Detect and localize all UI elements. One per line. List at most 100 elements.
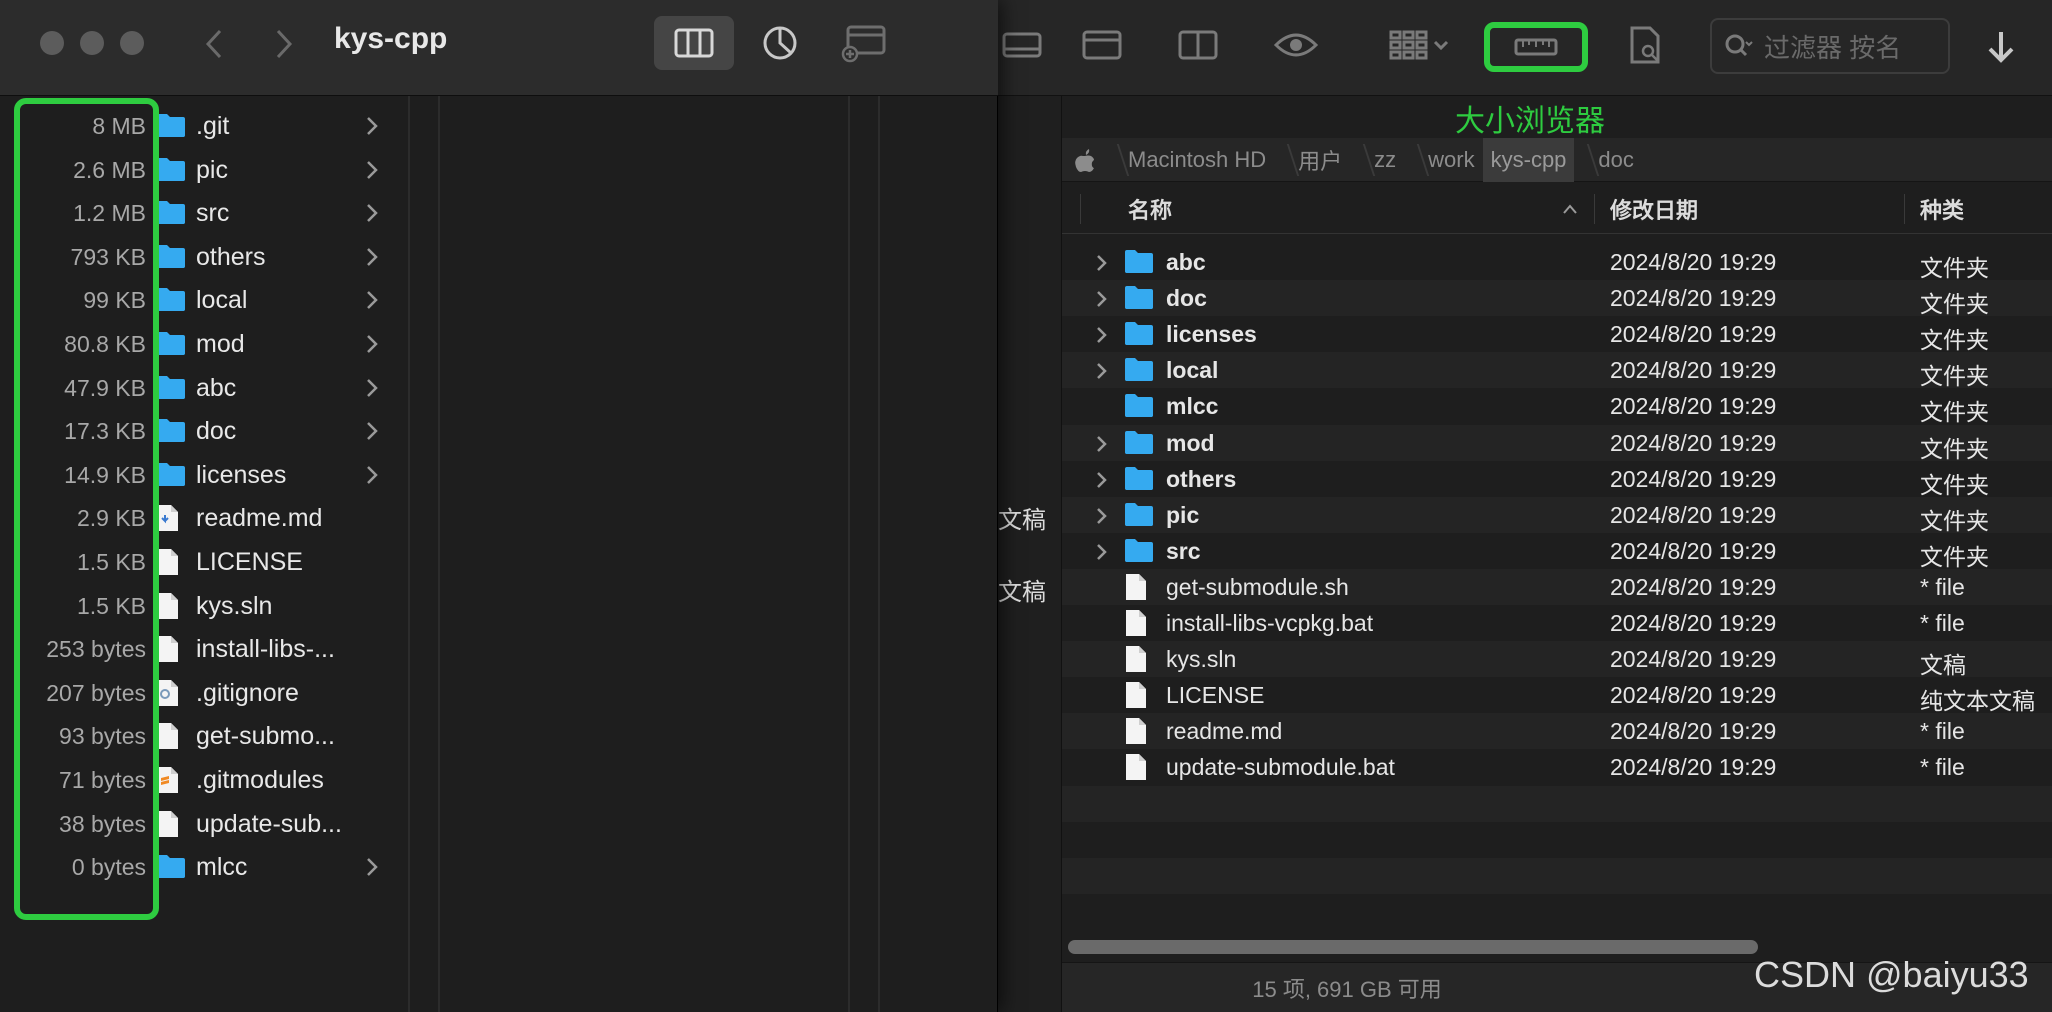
empty-list-row (1062, 822, 2052, 858)
folder-icon (1124, 356, 1154, 384)
list-row[interactable]: others 2024/8/20 19:29 文件夹 (1062, 461, 2052, 498)
row-kind: 文件夹 (1920, 471, 1989, 498)
disclosure-triangle-icon[interactable] (1092, 469, 1112, 489)
columns-view-button[interactable] (654, 16, 734, 70)
row-name: update-submodule.bat (1166, 754, 1395, 781)
item-name: .gitignore (196, 678, 299, 707)
breadcrumb-item[interactable]: zz (1350, 138, 1404, 182)
sort-ascending-icon[interactable] (1562, 184, 1578, 234)
list-row[interactable]: install-libs-vcpkg.bat 2024/8/20 19:29 * f… (1062, 605, 2052, 641)
new-window-button[interactable] (834, 16, 894, 70)
breadcrumb-item[interactable]: work (1404, 138, 1482, 182)
minimize-window-button[interactable] (80, 31, 104, 55)
item-name: update-sub... (196, 809, 342, 838)
path-bar: Macintosh HD 用户 zz work kys-cpp doc (1062, 137, 2052, 182)
sidebar-item-documents[interactable]: 文稿 (998, 500, 1046, 535)
folder-icon (156, 243, 186, 271)
item-name: install-libs-... (196, 635, 335, 664)
list-row[interactable]: get-submodule.sh 2024/8/20 19:29 * file (1062, 568, 2052, 605)
file-icon (1124, 573, 1154, 601)
forward-chevron-icon[interactable] (264, 24, 304, 64)
chevron-right-icon (364, 463, 380, 487)
file-icon (156, 635, 186, 663)
row-kind: 文件夹 (1920, 327, 1989, 354)
download-arrow-icon[interactable] (1975, 22, 2027, 72)
disclosure-triangle-icon[interactable] (1092, 324, 1112, 344)
chevron-right-icon (364, 158, 380, 182)
disclosure-triangle-icon[interactable] (1092, 433, 1112, 453)
file-icon (1124, 645, 1154, 673)
row-name: src (1166, 537, 1201, 564)
folder-icon (156, 330, 186, 358)
document-search-icon[interactable] (1622, 20, 1668, 70)
row-kind: 文件夹 (1920, 543, 1989, 570)
gallery-view-icon[interactable] (1080, 20, 1124, 70)
list-row[interactable]: mlcc 2024/8/20 19:29 文件夹 (1062, 388, 2052, 425)
sidebar-item-documents-2[interactable]: 文稿 (998, 572, 1046, 607)
chevron-right-icon (364, 288, 380, 312)
list-row[interactable]: LICENSE 2024/8/20 19:29 纯文本文稿 (1062, 677, 2052, 715)
item-name: readme.md (196, 504, 323, 533)
list-row[interactable]: update-submodule.bat 2024/8/20 19:29 * fil… (1062, 749, 2052, 785)
column-header-kind[interactable]: 种类 (1920, 184, 1964, 234)
breadcrumb-item-current[interactable]: kys-cpp (1482, 137, 1575, 182)
back-chevron-icon[interactable] (194, 24, 234, 64)
list-row[interactable]: doc 2024/8/20 19:29 文件夹 (1062, 280, 2052, 317)
file-icon (156, 592, 186, 620)
pie-chart-view-button[interactable] (748, 16, 812, 70)
filter-placeholder: 过滤器 按名 (1764, 32, 1902, 63)
list-row[interactable]: abc 2024/8/20 19:29 文件夹 (1062, 244, 2052, 281)
zoom-window-button[interactable] (120, 31, 144, 55)
list-row[interactable]: licenses 2024/8/20 19:29 文件夹 (1062, 316, 2052, 354)
disclosure-triangle-icon[interactable] (1092, 252, 1112, 272)
row-name: get-submodule.sh (1166, 573, 1349, 600)
breadcrumb-item[interactable]: 用户 (1274, 138, 1350, 182)
filter-search-field[interactable]: 过滤器 按名 (1710, 18, 1950, 74)
eye-icon[interactable] (1270, 20, 1322, 70)
row-kind: 文件夹 (1920, 255, 1989, 281)
folder-icon (156, 853, 186, 881)
finder-column-window: kys-cpp 8 MB .git 2.6 MB pic 1.2 MB src 793 KB… (0, 0, 998, 1012)
list-row[interactable]: kys.sln 2024/8/20 19:29 文稿 (1062, 641, 2052, 678)
breadcrumb-item[interactable]: Macintosh HD (1104, 138, 1274, 182)
folder-icon (1124, 284, 1154, 312)
breadcrumb-item[interactable]: doc (1574, 138, 1641, 182)
column-header-date[interactable]: 修改日期 (1610, 184, 1698, 234)
disclosure-triangle-icon[interactable] (1092, 541, 1112, 561)
row-date: 2024/8/20 19:29 (1610, 718, 1777, 745)
item-name: licenses (196, 460, 287, 489)
group-by-icon[interactable] (1388, 20, 1452, 70)
chevron-right-icon (364, 855, 380, 879)
close-window-button[interactable] (40, 31, 64, 55)
search-icon (1725, 34, 1753, 57)
row-kind: 文件夹 (1920, 435, 1989, 462)
icon-view-icon[interactable] (1000, 20, 1044, 70)
folder-icon (156, 199, 186, 227)
list-row[interactable]: pic 2024/8/20 19:29 文件夹 (1062, 496, 2052, 534)
screen: 过滤器 按名 大小浏览器 文稿 文稿 Macintosh HD 用户 zz wo… (0, 0, 2052, 1012)
row-name: install-libs-vcpkg.bat (1166, 610, 1374, 636)
ruler-icon (1514, 38, 1558, 56)
row-name: pic (1166, 501, 1200, 528)
folder-icon (1124, 248, 1154, 276)
disclosure-triangle-icon[interactable] (1092, 288, 1112, 308)
disclosure-triangle-icon[interactable] (1092, 505, 1112, 525)
scrollbar-thumb[interactable] (1068, 940, 1758, 954)
folder-icon (1124, 392, 1154, 420)
empty-list-row (1062, 894, 2052, 930)
list-row[interactable]: src 2024/8/20 19:29 文件夹 (1062, 533, 2052, 570)
file-icon (1124, 681, 1154, 709)
row-kind: 纯文本文稿 (1920, 688, 2035, 715)
split-view-icon[interactable] (1176, 20, 1220, 70)
list-row[interactable]: readme.md 2024/8/20 19:29 * file (1062, 713, 2052, 750)
size-browser-annotation: 大小浏览器 (1455, 105, 1605, 138)
size-browser-button[interactable] (1484, 22, 1588, 72)
folder-icon (156, 417, 186, 445)
disclosure-triangle-icon[interactable] (1092, 360, 1112, 380)
column-header-name[interactable]: 名称 (1128, 184, 1172, 234)
row-kind: * file (1920, 718, 1965, 745)
column-resize-gap[interactable] (850, 96, 880, 1012)
column-resize-gap[interactable] (410, 96, 440, 1012)
list-row[interactable]: mod 2024/8/20 19:29 文件夹 (1062, 424, 2052, 462)
list-row[interactable]: local 2024/8/20 19:29 文件夹 (1062, 352, 2052, 389)
